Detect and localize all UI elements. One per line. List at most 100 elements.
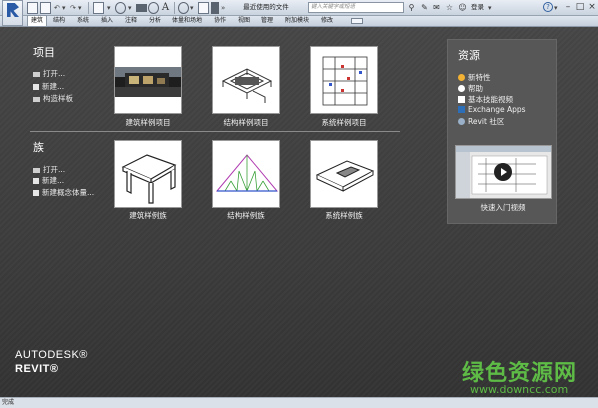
- chevron-down-icon[interactable]: ▾: [554, 2, 560, 14]
- open-icon[interactable]: [27, 2, 38, 14]
- family-new-link[interactable]: 新建...: [33, 175, 64, 186]
- tag-icon[interactable]: [148, 2, 159, 14]
- autodesk-logo: AUTODESK®: [15, 349, 88, 361]
- save-icon[interactable]: [40, 2, 51, 14]
- resources-title: 资源: [458, 49, 480, 62]
- thin-lines-icon[interactable]: [211, 2, 219, 14]
- measure-icon[interactable]: [115, 2, 126, 14]
- structure-sample-project-caption[interactable]: 结构样例项目: [208, 117, 284, 128]
- structure-sample-family-thumbnail[interactable]: [212, 140, 280, 208]
- exchange-apps-link[interactable]: Exchange Apps: [458, 105, 526, 114]
- project-template-link[interactable]: 构造样板: [33, 93, 73, 104]
- exchange-apps-icon: [458, 106, 465, 113]
- tab-massing-site[interactable]: 体量和场地: [172, 16, 202, 26]
- print-icon[interactable]: [93, 2, 104, 14]
- toolbar-separator: [88, 2, 89, 14]
- ribbon-tab-bar: 建筑 结构 系统 插入 注释 分析 体量和场地 协作 视图 管理 附加模块 修改: [0, 15, 598, 27]
- quick-access-toolbar: ↶ ▾ ↷ ▾ ▾ ▾ A ▾ » 最近使用的文件 键入关键字或短语 ⚲ ✎ ✉…: [0, 0, 598, 16]
- folder-icon: [33, 71, 40, 77]
- chevron-down-icon[interactable]: ▾: [190, 2, 196, 14]
- mep-model-icon: [322, 56, 368, 106]
- folder-icon: [33, 96, 40, 102]
- video-icon: [458, 96, 465, 103]
- revit-logo: REVIT®: [15, 363, 59, 375]
- tab-manage[interactable]: 管理: [261, 16, 273, 26]
- application-menu-button[interactable]: [2, 0, 23, 26]
- tab-analyze[interactable]: 分析: [149, 16, 161, 26]
- close-icon[interactable]: ×: [586, 1, 598, 13]
- chevron-down-icon[interactable]: ▾: [78, 2, 84, 14]
- project-open-link[interactable]: 打开...: [33, 68, 65, 79]
- tab-collaborate[interactable]: 协作: [214, 16, 226, 26]
- section-divider: [30, 131, 400, 132]
- user-icon[interactable]: ☺: [458, 3, 467, 12]
- subscription-icon[interactable]: ✎: [420, 3, 429, 12]
- project-new-link[interactable]: 新建...: [33, 81, 64, 92]
- search-input[interactable]: 键入关键字或短语: [308, 2, 404, 13]
- text-icon[interactable]: A: [160, 2, 171, 14]
- recent-files-page: 项目 打开... 新建... 构造样板 建筑样例项目 结构样例项目 系统样例项目…: [0, 27, 598, 397]
- architecture-sample-family-caption[interactable]: 建筑样例族: [110, 210, 186, 221]
- help-icon[interactable]: ?: [543, 2, 553, 12]
- systems-sample-family-thumbnail[interactable]: [310, 140, 378, 208]
- new-mass-icon: [33, 190, 39, 196]
- status-text: 完成: [2, 399, 15, 406]
- 3d-view-icon[interactable]: [178, 2, 189, 14]
- building-render-icon: [115, 67, 181, 97]
- tab-annotate[interactable]: 注释: [125, 16, 137, 26]
- family-open-link[interactable]: 打开...: [33, 164, 65, 175]
- essential-skills-videos-link[interactable]: 基本技能视频: [458, 94, 513, 105]
- star-icon[interactable]: ☆: [445, 3, 454, 12]
- new-document-icon: [33, 178, 39, 184]
- tab-add-ins[interactable]: 附加模块: [285, 16, 309, 26]
- chevron-down-icon[interactable]: ▾: [62, 2, 68, 14]
- getting-started-video-caption[interactable]: 快速入门视频: [458, 202, 548, 213]
- architecture-sample-project-caption[interactable]: 建筑样例项目: [110, 117, 186, 128]
- structure-model-icon: [221, 68, 273, 103]
- family-new-mass-link[interactable]: 新建概念体量...: [33, 187, 94, 198]
- section-icon[interactable]: [198, 2, 209, 14]
- binoculars-icon[interactable]: ⚲: [407, 3, 416, 12]
- help-icon: [458, 85, 465, 92]
- folder-icon: [33, 167, 40, 173]
- undo-icon[interactable]: ↶: [54, 2, 60, 14]
- chevron-down-icon[interactable]: ▾: [488, 2, 494, 14]
- projects-title: 项目: [33, 46, 55, 59]
- toolbar-separator: [174, 2, 175, 14]
- chevron-down-icon[interactable]: ▾: [128, 2, 134, 14]
- getting-started-video-thumbnail[interactable]: [455, 145, 552, 199]
- tab-structure[interactable]: 结构: [53, 16, 65, 26]
- revit-community-link[interactable]: Revit 社区: [458, 116, 504, 127]
- communication-icon[interactable]: ✉: [432, 3, 441, 12]
- tab-modify[interactable]: 修改: [321, 16, 333, 26]
- whats-new-link[interactable]: 新特性: [458, 72, 491, 83]
- tab-architecture[interactable]: 建筑: [27, 15, 48, 26]
- structure-sample-family-caption[interactable]: 结构样例族: [208, 210, 284, 221]
- resources-panel: 资源 新特性 帮助 基本技能视频 Exchange Apps Revit 社区 …: [447, 39, 557, 224]
- new-document-icon: [33, 84, 39, 90]
- maximize-icon[interactable]: □: [574, 1, 586, 13]
- architecture-sample-family-thumbnail[interactable]: [114, 140, 182, 208]
- table-model-icon: [121, 154, 177, 204]
- play-icon[interactable]: [494, 163, 512, 181]
- revit-logo-icon: [7, 3, 19, 17]
- help-link[interactable]: 帮助: [458, 83, 483, 94]
- structure-sample-project-thumbnail[interactable]: [212, 46, 280, 114]
- systems-sample-family-caption[interactable]: 系统样例族: [306, 210, 382, 221]
- community-icon: [458, 118, 465, 125]
- redo-icon[interactable]: ↷: [70, 2, 76, 14]
- ribbon-minimize-toggle[interactable]: [351, 18, 363, 24]
- tab-systems[interactable]: 系统: [77, 16, 89, 26]
- dimension-icon[interactable]: [136, 4, 147, 12]
- login-button[interactable]: 登录: [471, 0, 484, 15]
- recent-files-label: 最近使用的文件: [243, 3, 289, 11]
- systems-sample-project-caption[interactable]: 系统样例项目: [306, 117, 382, 128]
- minimize-icon[interactable]: –: [562, 1, 574, 13]
- tab-insert[interactable]: 插入: [101, 16, 113, 26]
- status-bar: 完成: [0, 397, 598, 408]
- chevron-down-icon[interactable]: ▾: [107, 2, 113, 14]
- architecture-sample-project-thumbnail[interactable]: [114, 46, 182, 114]
- tab-view[interactable]: 视图: [238, 16, 250, 26]
- watermark-url: www.downcc.com: [470, 383, 569, 396]
- systems-sample-project-thumbnail[interactable]: [310, 46, 378, 114]
